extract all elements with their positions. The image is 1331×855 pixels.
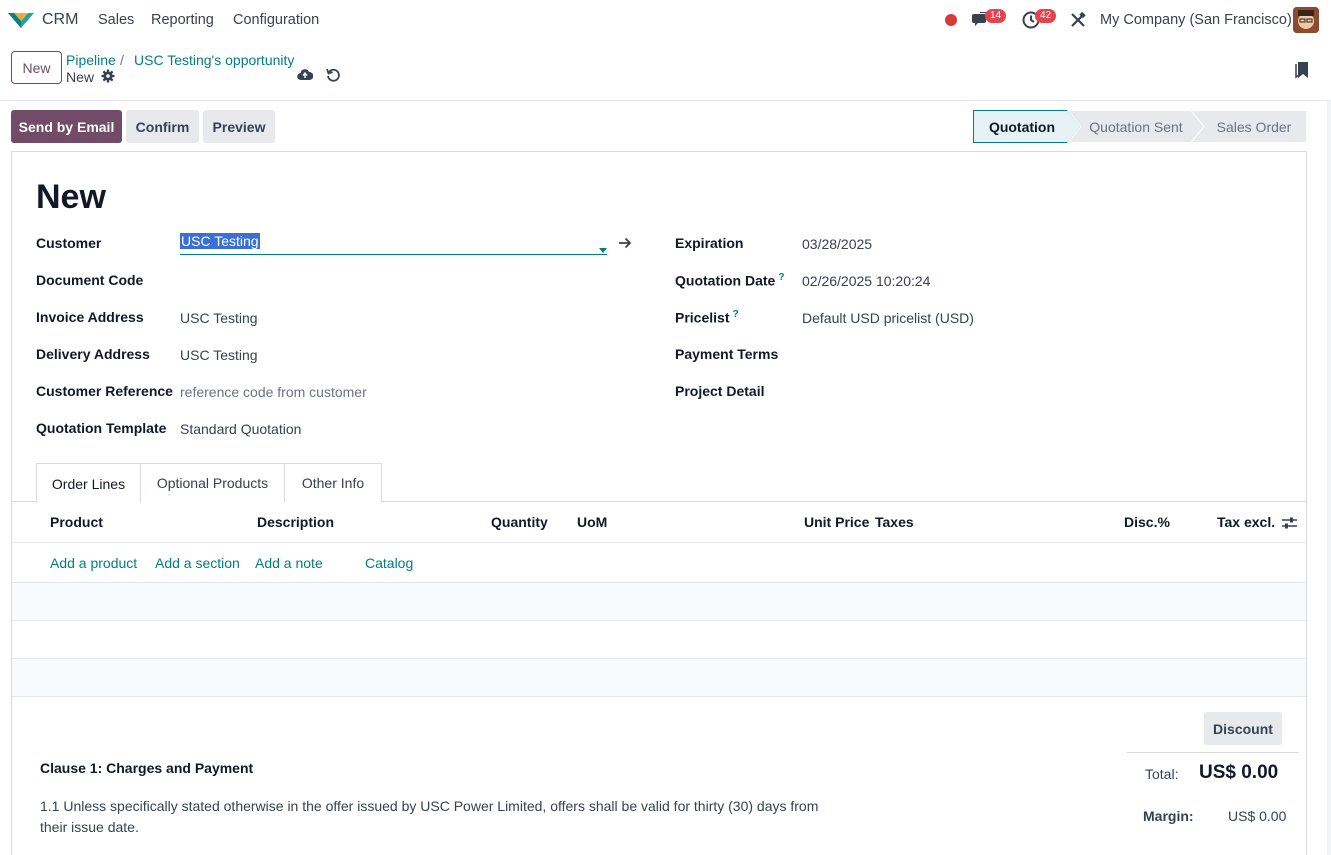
recording-status-icon[interactable] xyxy=(945,14,957,26)
confirm-button[interactable]: Confirm xyxy=(126,110,199,143)
expiration-field[interactable]: 03/28/2025 xyxy=(802,236,872,252)
breadcrumb-current: New xyxy=(66,69,95,85)
stage-sales-order[interactable]: Sales Order xyxy=(1201,110,1307,143)
table-bottom-divider xyxy=(12,696,1306,697)
customer-reference-label: Customer Reference xyxy=(36,383,173,399)
quotation-date-label: Quotation Date? xyxy=(675,272,784,289)
record-title: New xyxy=(36,178,106,216)
column-discount[interactable]: Disc.% xyxy=(1124,514,1170,530)
column-settings-icon[interactable] xyxy=(1282,516,1297,533)
expiration-label: Expiration xyxy=(675,235,744,251)
notebook-tabs: Order Lines Optional Products Other Info xyxy=(12,463,1306,503)
pricelist-label-text: Pricelist xyxy=(675,309,730,326)
project-detail-label: Project Detail xyxy=(675,383,765,399)
customer-label: Customer xyxy=(36,235,102,251)
add-product-link[interactable]: Add a product xyxy=(50,555,137,571)
column-quantity[interactable]: Quantity xyxy=(491,514,548,530)
column-product[interactable]: Product xyxy=(50,514,103,530)
activities-badge: 42 xyxy=(1035,9,1057,23)
column-taxes[interactable]: Taxes xyxy=(875,514,914,530)
payment-terms-label: Payment Terms xyxy=(675,346,779,362)
column-uom[interactable]: UoM xyxy=(577,514,607,530)
quotation-template-label: Quotation Template xyxy=(36,420,167,436)
column-unit-price[interactable]: Unit Price xyxy=(804,514,869,530)
stage-quotation-sent[interactable]: Quotation Sent xyxy=(1078,110,1194,143)
add-note-link[interactable]: Add a note xyxy=(255,555,323,571)
messages-badge: 14 xyxy=(985,9,1007,23)
gear-icon[interactable] xyxy=(101,69,115,86)
total-label: Total: xyxy=(1145,766,1179,782)
quotation-date-field[interactable]: 02/26/2025 10:20:24 xyxy=(802,273,930,289)
top-navbar: CRM Sales Reporting Configuration 14 42 … xyxy=(0,0,1331,41)
new-record-button[interactable]: New xyxy=(11,51,62,84)
tab-order-lines[interactable]: Order Lines xyxy=(36,463,141,503)
document-code-label: Document Code xyxy=(36,272,144,288)
tab-optional-products[interactable]: Optional Products xyxy=(140,463,285,502)
control-panel: New Pipeline / USC Testing's opportunity… xyxy=(0,41,1331,101)
customer-field[interactable]: USC Testing xyxy=(180,233,607,255)
crm-logo-icon[interactable] xyxy=(7,10,35,30)
breadcrumb-opportunity[interactable]: USC Testing's opportunity xyxy=(134,52,294,68)
breadcrumb-pipeline[interactable]: Pipeline xyxy=(66,52,116,68)
messages-button[interactable]: 14 xyxy=(972,9,1007,32)
scrollbar[interactable] xyxy=(1327,101,1331,855)
column-description[interactable]: Description xyxy=(257,514,334,530)
table-row xyxy=(12,658,1306,696)
invoice-address-label: Invoice Address xyxy=(36,309,144,325)
menu-reporting[interactable]: Reporting xyxy=(151,12,214,28)
column-tax-excl[interactable]: Tax excl. xyxy=(1217,514,1275,530)
user-avatar[interactable] xyxy=(1293,7,1319,33)
stage-quotation[interactable]: Quotation xyxy=(973,110,1071,143)
caret-down-icon[interactable] xyxy=(599,240,607,256)
delivery-address-label: Delivery Address xyxy=(36,346,150,362)
menu-configuration[interactable]: Configuration xyxy=(233,12,319,28)
breadcrumb-separator: / xyxy=(120,52,124,68)
quotation-template-field[interactable]: Standard Quotation xyxy=(180,421,301,437)
quotation-date-label-text: Quotation Date xyxy=(675,272,776,289)
arrow-right-icon[interactable] xyxy=(619,236,632,252)
save-cloud-icon[interactable] xyxy=(297,68,314,85)
pricelist-label: Pricelist? xyxy=(675,309,739,326)
customer-value: USC Testing xyxy=(180,233,260,249)
debug-tools-icon[interactable] xyxy=(1070,11,1086,31)
form-sheet: New Customer USC Testing Document Code I… xyxy=(11,151,1307,855)
total-value: US$ 0.00 xyxy=(1199,762,1279,783)
delivery-address-field[interactable]: USC Testing xyxy=(180,347,258,363)
header-divider xyxy=(12,542,1306,543)
table-row xyxy=(12,620,1306,658)
preview-button[interactable]: Preview xyxy=(203,110,275,143)
company-switcher[interactable]: My Company (San Francisco) xyxy=(1100,12,1292,28)
catalog-link[interactable]: Catalog xyxy=(365,555,413,571)
table-row xyxy=(12,582,1306,620)
terms-text[interactable]: 1.1 Unless specifically stated otherwise… xyxy=(40,796,830,838)
tab-other-info[interactable]: Other Info xyxy=(284,463,382,502)
send-by-email-button[interactable]: Send by Email xyxy=(11,110,122,143)
activities-button[interactable]: 42 xyxy=(1022,9,1057,32)
status-bar: Quotation Quotation Sent Sales Order xyxy=(973,110,1307,143)
app-name[interactable]: CRM xyxy=(42,11,78,29)
clause-line: 1.1 Unless specifically stated otherwise… xyxy=(40,798,819,814)
totals-divider xyxy=(1127,752,1299,753)
clause-line: their issue date. xyxy=(40,819,139,835)
pricelist-field[interactable]: Default USD pricelist (USD) xyxy=(802,310,974,326)
margin-label: Margin: xyxy=(1143,808,1194,824)
margin-value: US$ 0.00 xyxy=(1228,808,1287,824)
add-section-link[interactable]: Add a section xyxy=(155,555,240,571)
customer-reference-input[interactable]: reference code from customer xyxy=(180,384,367,400)
discard-icon[interactable] xyxy=(326,68,340,85)
invoice-address-field[interactable]: USC Testing xyxy=(180,310,258,326)
clause-title: Clause 1: Charges and Payment xyxy=(40,760,254,776)
help-icon[interactable]: ? xyxy=(778,272,784,283)
menu-sales[interactable]: Sales xyxy=(98,12,134,28)
bookmark-icon[interactable] xyxy=(1295,61,1309,82)
discount-button[interactable]: Discount xyxy=(1204,712,1282,745)
help-icon[interactable]: ? xyxy=(732,309,738,320)
